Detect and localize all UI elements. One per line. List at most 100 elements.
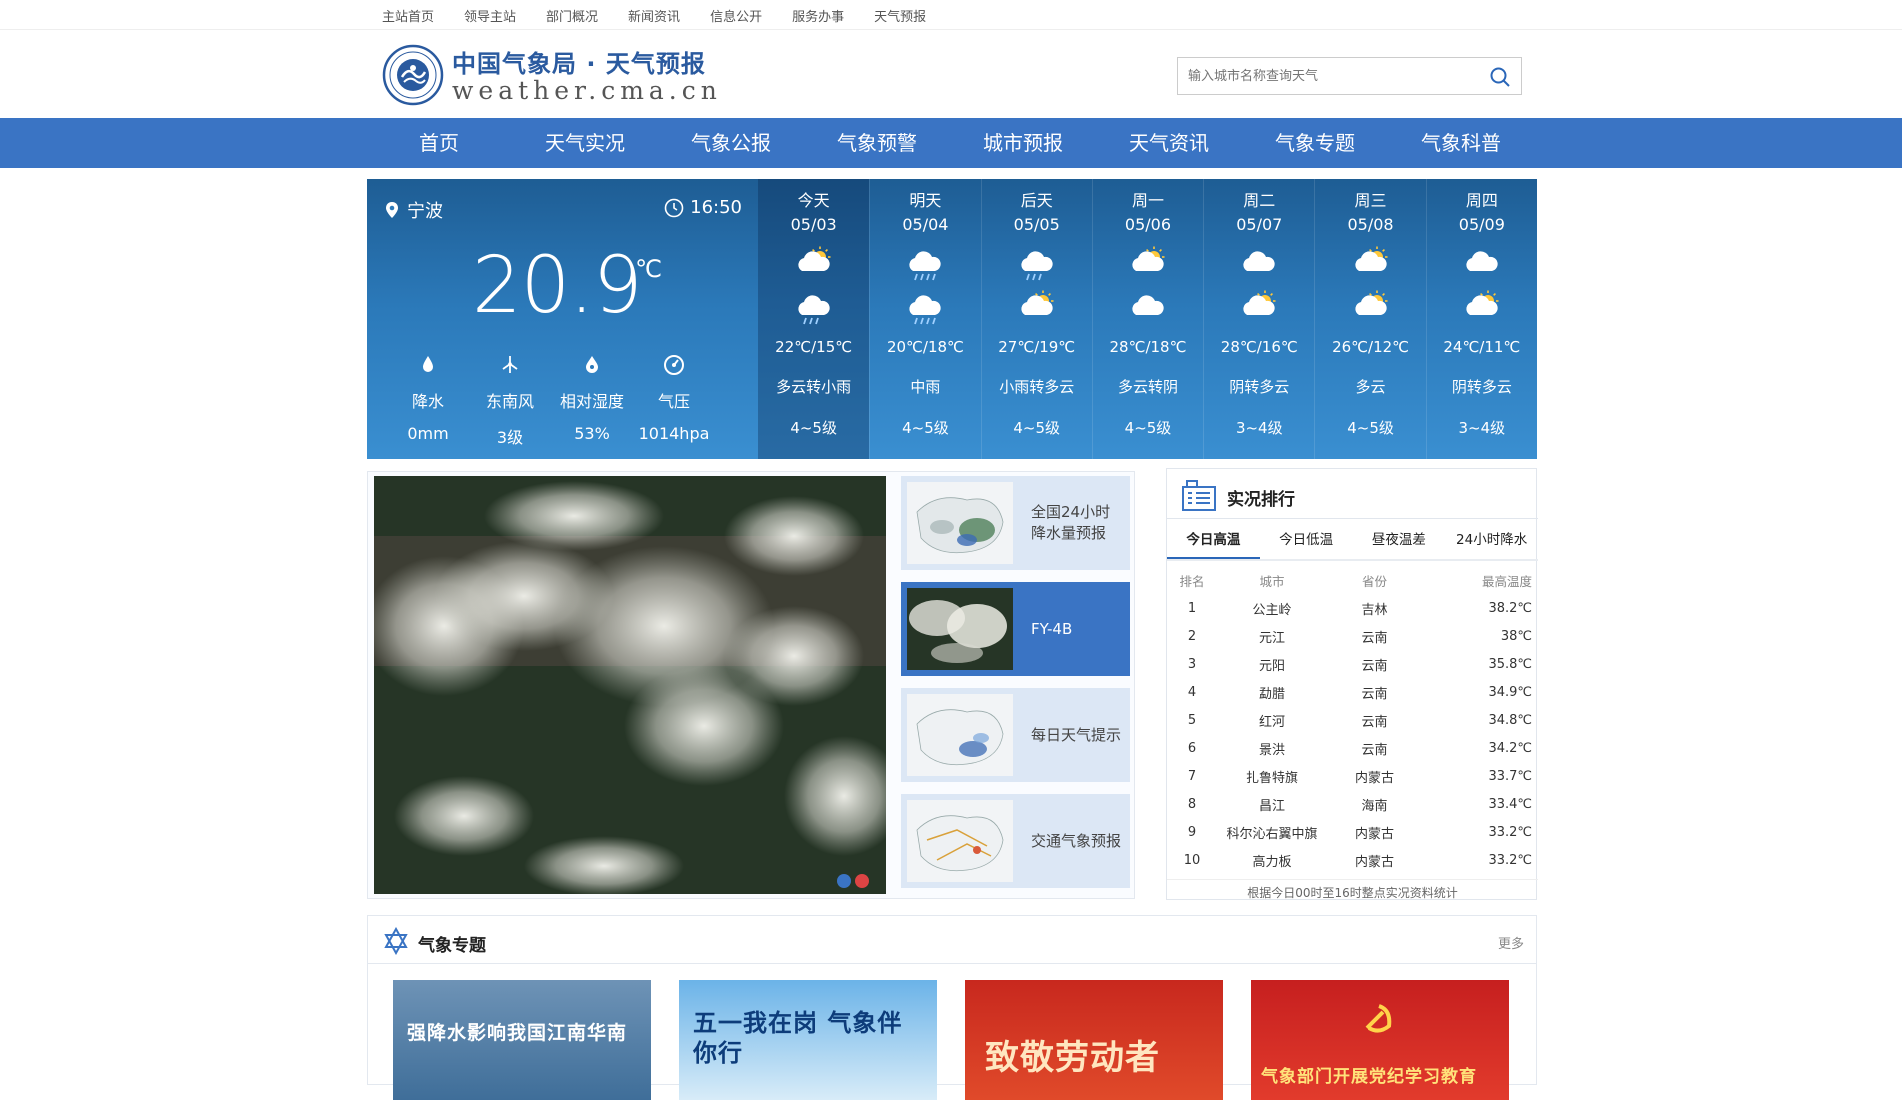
search-icon[interactable] <box>1489 66 1511 88</box>
moderate-rain-icon <box>870 244 980 284</box>
nav-science[interactable]: 气象科普 <box>1388 118 1534 168</box>
forecast-weather: 多云转阴 <box>1117 378 1178 396</box>
metric-precipitation: 降水 0mm <box>387 354 469 448</box>
nav-warning[interactable]: 气象预警 <box>804 118 950 168</box>
product-card[interactable]: 交通气象预报 <box>901 794 1130 888</box>
partly-cloudy-icon <box>1315 244 1425 284</box>
ranking-row[interactable]: 10 高力板 内蒙古 33.2℃ <box>1167 846 1538 874</box>
forecast-weather: 多云 <box>1355 378 1386 396</box>
ranking-tabs: 今日高温 今日低温 昼夜温差 24小时降水 <box>1167 521 1538 561</box>
ranking-row[interactable]: 9 科尔沁右翼中旗 内蒙古 33.2℃ <box>1167 818 1538 846</box>
topic-card-may-day[interactable]: 五一我在岗 气象伴你行 <box>679 980 937 1100</box>
forecast-wind-level: 4~5级 <box>1347 419 1394 437</box>
party-emblem-icon <box>1365 1004 1392 1033</box>
top-links: 主站首页 领导主站 部门概况 新闻资讯 信息公开 服务办事 天气预报 <box>382 0 956 30</box>
ranking-row[interactable]: 3 元阳 云南 35.8℃ <box>1167 650 1538 678</box>
forecast-day[interactable]: 周一 05/06 28℃/18℃ 多云转阴 4~5级 <box>1091 179 1203 459</box>
ranking-row[interactable]: 1 公主岭 吉林 38.2℃ <box>1167 594 1538 622</box>
forecast-wind-level: 4~5级 <box>902 419 949 437</box>
forecast-weather: 中雨 <box>910 378 941 396</box>
rank-temperature: 38℃ <box>1500 628 1532 644</box>
ranking-row[interactable]: 8 昌江 海南 33.4℃ <box>1167 790 1538 818</box>
ranking-row[interactable]: 7 扎鲁特旗 内蒙古 33.7℃ <box>1167 762 1538 790</box>
current-time: 16:50 <box>664 197 742 218</box>
forecast-date: 05/09 <box>1458 215 1505 234</box>
metric-label: 东南风 <box>485 392 534 411</box>
rank-temperature: 38.2℃ <box>1488 600 1532 616</box>
nav-bulletin[interactable]: 气象公报 <box>658 118 804 168</box>
tab-day-night-diff[interactable]: 昼夜温差 <box>1353 521 1446 559</box>
city-search-input[interactable] <box>1178 58 1468 94</box>
product-thumbnail <box>907 694 1013 776</box>
ranking-row[interactable]: 2 元江 云南 38℃ <box>1167 622 1538 650</box>
forecast-day[interactable]: 今天 05/03 22℃/15℃ 多云转小雨 4~5级 <box>758 179 870 459</box>
forecast-day[interactable]: 周四 05/09 24℃/11℃ 阴转多云 3~4级 <box>1425 179 1537 459</box>
site-title[interactable]: 中国气象局 · 天气预报 <box>452 44 706 79</box>
nav-topics[interactable]: 气象专题 <box>1242 118 1388 168</box>
partly-cloudy-icon <box>982 288 1092 328</box>
top-link-info[interactable]: 信息公开 <box>710 6 762 25</box>
nav-city-forecast[interactable]: 城市预报 <box>950 118 1096 168</box>
ranking-row[interactable]: 6 景洪 云南 34.2℃ <box>1167 734 1538 762</box>
nav-weather-news[interactable]: 天气资讯 <box>1096 118 1242 168</box>
ranking-row[interactable]: 5 红河 云南 34.8℃ <box>1167 706 1538 734</box>
product-card[interactable]: 全国24小时降水量预报 <box>901 476 1130 570</box>
ranking-row[interactable]: 4 勐腊 云南 34.9℃ <box>1167 678 1538 706</box>
rank-province: 内蒙古 <box>1354 770 1394 786</box>
top-link-forecast[interactable]: 天气预报 <box>874 6 926 25</box>
top-link-departments[interactable]: 部门概况 <box>546 6 598 25</box>
forecast-day[interactable]: 后天 05/05 27℃/19℃ 小雨转多云 4~5级 <box>980 179 1092 459</box>
top-link-home[interactable]: 主站首页 <box>382 6 434 25</box>
rank-province: 云南 <box>1361 630 1388 646</box>
forecast-day-name: 后天 <box>1020 191 1053 210</box>
temperature-unit: ℃ <box>635 255 662 283</box>
tab-today-high[interactable]: 今日高温 <box>1167 521 1260 559</box>
forecast-day[interactable]: 周二 05/07 28℃/16℃ 阴转多云 3~4级 <box>1203 179 1314 459</box>
site-header: 中国气象局 · 天气预报 weather.cma.cn <box>0 30 1902 118</box>
rank-province: 云南 <box>1361 686 1388 702</box>
top-link-leaders[interactable]: 领导主站 <box>464 6 516 25</box>
rank-number: 2 <box>1187 628 1197 644</box>
current-city: 宁波 <box>407 201 443 222</box>
topic-card-party[interactable]: 气象部门开展党纪学习教育 <box>1251 980 1509 1100</box>
top-link-news[interactable]: 新闻资讯 <box>628 6 680 25</box>
rank-temperature: 33.7℃ <box>1488 768 1532 784</box>
forecast-weather: 多云转小雨 <box>776 378 852 396</box>
topic-card-labor[interactable]: 致敬劳动者 <box>965 980 1223 1100</box>
rank-province: 内蒙古 <box>1354 826 1394 842</box>
forecast-day[interactable]: 周三 05/08 26℃/12℃ 多云 4~5级 <box>1314 179 1425 459</box>
topics-more-link[interactable]: 更多 <box>1498 933 1524 952</box>
rank-temperature: 33.2℃ <box>1488 852 1532 868</box>
product-card[interactable]: 每日天气提示 <box>901 688 1130 782</box>
tab-today-low[interactable]: 今日低温 <box>1260 521 1353 559</box>
gauge-icon <box>664 355 684 375</box>
rank-city: 勐腊 <box>1258 686 1285 702</box>
satellite-products-box: 全国24小时降水量预报 FY-4B 每日天气提示 交通气象预报 <box>367 471 1135 899</box>
rank-temperature: 34.8℃ <box>1488 712 1532 728</box>
city-search-box <box>1177 57 1522 95</box>
metric-value: 53% <box>574 424 610 443</box>
satellite-cloud-image[interactable] <box>374 476 886 894</box>
seven-day-forecast: 今天 05/03 22℃/15℃ 多云转小雨 4~5级 明天 05/04 20℃/18℃ 中雨 4… <box>758 179 1537 459</box>
forecast-day[interactable]: 明天 05/04 20℃/18℃ 中雨 4~5级 <box>869 179 980 459</box>
current-location[interactable]: 宁波 <box>385 197 443 223</box>
rank-temperature: 34.9℃ <box>1488 684 1532 700</box>
product-thumbnail <box>907 800 1013 882</box>
tab-24h-precip[interactable]: 24小时降水 <box>1445 521 1538 559</box>
forecast-date: 05/04 <box>902 215 949 234</box>
rank-number: 3 <box>1187 656 1197 672</box>
product-card[interactable]: FY-4B <box>901 582 1130 676</box>
product-label: FY-4B <box>1031 619 1073 638</box>
location-pin-icon <box>386 202 398 218</box>
cma-emblem-icon[interactable] <box>382 44 444 106</box>
nav-observation[interactable]: 天气实况 <box>512 118 658 168</box>
rank-temperature: 34.2℃ <box>1488 740 1532 756</box>
nav-home[interactable]: 首页 <box>366 118 512 168</box>
top-link-services[interactable]: 服务办事 <box>792 6 844 25</box>
product-label: 全国24小时降水量预报 <box>1031 503 1111 542</box>
current-time-value: 16:50 <box>690 197 742 218</box>
col-max-temp: 最高温度 <box>1481 573 1532 589</box>
forecast-temp-range: 24℃/11℃ <box>1443 338 1521 356</box>
rank-province: 吉林 <box>1361 602 1388 618</box>
topic-card-heavy-rain[interactable]: 强降水影响我国江南华南 <box>393 980 651 1100</box>
